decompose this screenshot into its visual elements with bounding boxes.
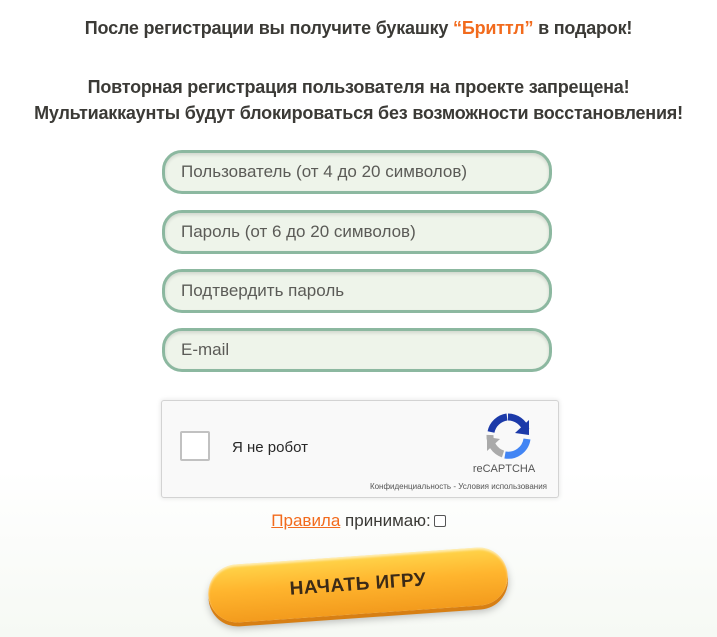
- gift-notice-prefix: После регистрации вы получите букашку: [84, 18, 454, 38]
- email-input[interactable]: [162, 328, 552, 372]
- username-input[interactable]: [162, 150, 552, 194]
- rules-row: Правила принимаю:: [0, 511, 717, 531]
- start-game-button[interactable]: НАЧАТЬ ИГРУ: [206, 545, 510, 625]
- recaptcha-terms-link[interactable]: Условия использования: [458, 482, 547, 491]
- recaptcha-widget: Я не робот reCAPTCHA Конфиденциальность …: [161, 400, 559, 498]
- recaptcha-label: Я не робот: [232, 439, 308, 456]
- recaptcha-links: Конфиденциальность - Условия использован…: [302, 482, 547, 491]
- rules-link[interactable]: Правила: [271, 511, 340, 530]
- recaptcha-checkbox[interactable]: [180, 431, 210, 461]
- recaptcha-brand: reCAPTCHA: [472, 463, 536, 475]
- rules-accept-checkbox[interactable]: [433, 515, 446, 527]
- warning-line-1: Повторная регистрация пользователя на пр…: [87, 77, 630, 97]
- recaptcha-icon: [486, 413, 531, 459]
- rules-accept-label: принимаю:: [340, 511, 431, 530]
- gift-name: “Бриттл”: [453, 18, 534, 38]
- gift-notice-suffix: в подарок!: [533, 18, 633, 38]
- registration-page: После регистрации вы получите букашку “Б…: [0, 0, 717, 637]
- warning-line-2: Мультиаккаунты будут блокироваться без в…: [34, 103, 683, 123]
- recaptcha-privacy-link[interactable]: Конфиденциальность: [370, 482, 451, 491]
- password-input[interactable]: [162, 210, 552, 254]
- gift-notice: После регистрации вы получите букашку “Б…: [0, 18, 717, 39]
- confirm-password-input[interactable]: [162, 269, 552, 313]
